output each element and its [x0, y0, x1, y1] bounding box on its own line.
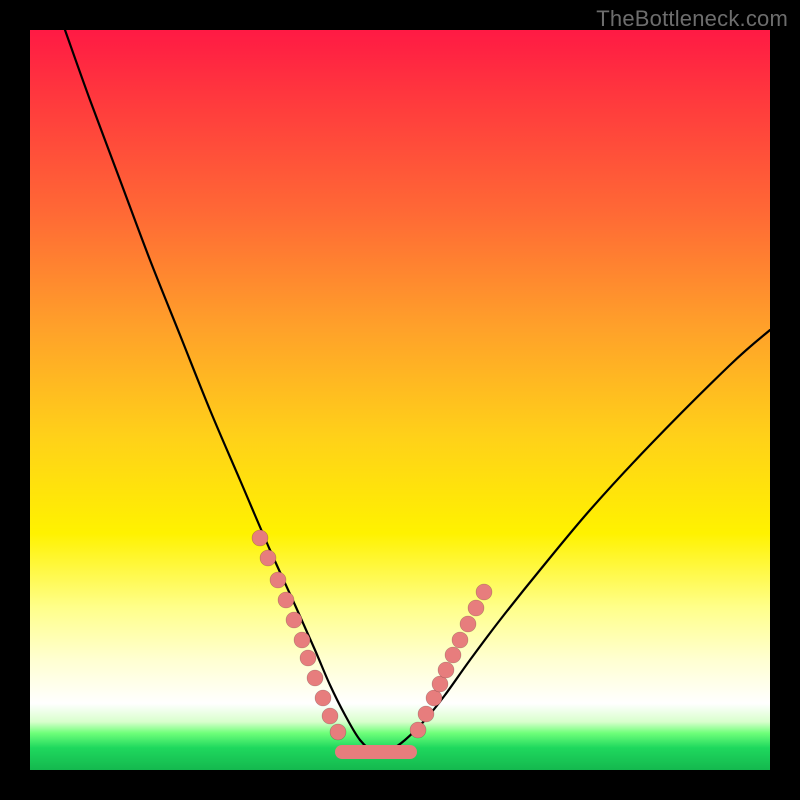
beads-right-cluster [410, 584, 492, 738]
bead [260, 550, 276, 566]
bead [307, 670, 323, 686]
bead [460, 616, 476, 632]
bead [445, 647, 461, 663]
beads-left-cluster [252, 530, 346, 740]
bead [432, 676, 448, 692]
watermark-text: TheBottleneck.com [596, 6, 788, 32]
bead [438, 662, 454, 678]
bead [286, 612, 302, 628]
bead [330, 724, 346, 740]
bottleneck-curve [65, 30, 770, 753]
outer-frame: TheBottleneck.com [0, 0, 800, 800]
bead [294, 632, 310, 648]
bead [278, 592, 294, 608]
curve-svg [30, 30, 770, 770]
bead [270, 572, 286, 588]
bead [418, 706, 434, 722]
bead [322, 708, 338, 724]
bead [300, 650, 316, 666]
plot-area [30, 30, 770, 770]
bead [468, 600, 484, 616]
bead [452, 632, 468, 648]
bead [410, 722, 426, 738]
bead [476, 584, 492, 600]
bead [252, 530, 268, 546]
bead [426, 690, 442, 706]
bead [315, 690, 331, 706]
